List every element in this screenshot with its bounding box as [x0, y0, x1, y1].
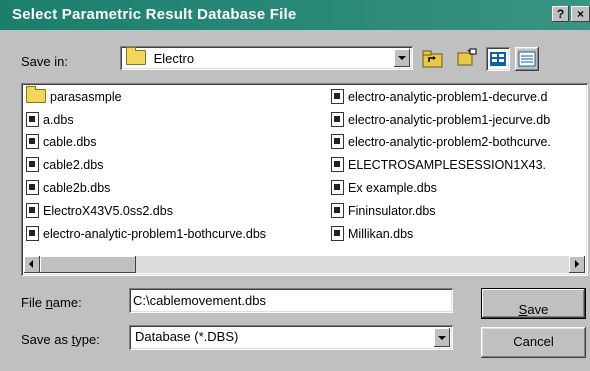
scrollbar-thumb[interactable] — [40, 256, 136, 273]
up-one-level-button[interactable] — [421, 47, 445, 71]
file-name-text: Ex example.dbs — [348, 181, 437, 195]
cancel-button[interactable]: Cancel — [481, 327, 586, 358]
file-list[interactable]: parasasmple a.dbs cable.dbs cable2.dbs c… — [21, 83, 588, 276]
list-item[interactable]: electro-analytic-problem1-decurve.d — [331, 89, 585, 109]
close-icon[interactable]: × — [571, 6, 590, 22]
list-view-button[interactable] — [486, 47, 510, 71]
file-icon — [26, 226, 39, 241]
save-label: ave — [527, 302, 549, 317]
list-item[interactable]: a.dbs — [26, 112, 74, 132]
list-item[interactable]: Ex example.dbs — [331, 180, 437, 200]
file-name-label: File name: — [21, 295, 82, 310]
file-name-text: Millikan.dbs — [348, 227, 414, 241]
file-name-text: electro-analytic-problem1-bothcurve.dbs — [43, 227, 267, 241]
details-view-icon — [518, 51, 536, 67]
file-name-field[interactable]: C:\cablemovement.dbs — [129, 288, 453, 313]
list-item[interactable]: cable2b.dbs — [26, 180, 110, 200]
file-icon — [26, 112, 39, 127]
horizontal-scrollbar[interactable] — [24, 256, 585, 273]
list-item[interactable]: electro-analytic-problem1-bothcurve.dbs — [26, 226, 266, 246]
file-name-text: electro-analytic-problem1-jecurve.db — [348, 113, 551, 127]
file-icon — [331, 89, 344, 104]
file-name-text: cable.dbs — [43, 135, 97, 149]
file-name-text: electro-analytic-problem1-decurve.d — [348, 90, 548, 104]
file-icon — [331, 226, 344, 241]
desktop-icon — [457, 48, 477, 66]
file-name-text: cable2.dbs — [43, 158, 104, 172]
file-name-text: a.dbs — [43, 113, 74, 127]
window-title: Select Parametric Result Database File — [12, 6, 297, 23]
list-view-icon — [490, 52, 506, 66]
list-item[interactable]: ElectroX43V5.0ss2.dbs — [26, 203, 173, 223]
scroll-right-icon[interactable] — [569, 256, 585, 273]
file-name-text: cable2b.dbs — [43, 181, 111, 195]
file-icon — [26, 134, 39, 149]
file-name-text: Fininsulator.dbs — [348, 204, 436, 218]
list-item[interactable]: cable2.dbs — [26, 157, 103, 177]
save-in-folder-name: Electro — [153, 51, 195, 66]
up-one-level-icon — [422, 50, 443, 68]
folder-icon — [26, 86, 46, 103]
file-name-text: parasasmple — [50, 90, 122, 104]
help-icon[interactable]: ? — [552, 6, 569, 22]
file-name-text: electro-analytic-problem2-bothcurve. — [348, 135, 551, 149]
list-item[interactable]: Millikan.dbs — [331, 226, 413, 246]
save-as-type-dropdown[interactable]: Database (*.DBS) — [129, 325, 453, 350]
file-name-text: ELECTROSAMPLESESSION1X43. — [348, 158, 546, 172]
save-in-label: Save in: — [21, 54, 68, 69]
file-icon — [331, 112, 344, 127]
list-item[interactable]: ELECTROSAMPLESESSION1X43. — [331, 157, 585, 177]
scroll-left-icon[interactable] — [24, 256, 40, 273]
file-icon — [26, 203, 39, 218]
file-icon — [331, 134, 344, 149]
file-name-value: C:\cablemovement.dbs — [133, 293, 266, 308]
save-button[interactable]: Save — [481, 288, 586, 319]
chevron-down-icon[interactable] — [394, 49, 410, 67]
title-bar[interactable]: Select Parametric Result Database File ?… — [0, 0, 590, 30]
list-item[interactable]: cable.dbs — [26, 134, 97, 154]
list-item[interactable]: parasasmple — [26, 86, 122, 109]
details-view-button[interactable] — [515, 47, 539, 71]
file-icon — [26, 180, 39, 195]
save-in-value: Electro — [126, 47, 195, 66]
file-icon — [331, 203, 344, 218]
list-item[interactable]: electro-analytic-problem1-jecurve.db — [331, 112, 585, 132]
list-item[interactable]: electro-analytic-problem2-bothcurve. — [331, 134, 585, 154]
list-item[interactable]: Fininsulator.dbs — [331, 203, 436, 223]
save-as-type-label: Save as type: — [21, 332, 100, 347]
file-name-text: ElectroX43V5.0ss2.dbs — [43, 204, 173, 218]
chevron-down-icon[interactable] — [434, 328, 450, 347]
folder-icon — [126, 47, 146, 65]
file-icon — [331, 180, 344, 195]
file-icon — [331, 157, 344, 172]
save-as-type-value: Database (*.DBS) — [135, 329, 239, 344]
cancel-label: Cancel — [513, 334, 554, 349]
save-in-dropdown[interactable]: Electro — [120, 46, 413, 70]
desktop-button[interactable] — [454, 47, 478, 71]
file-icon — [26, 157, 39, 172]
